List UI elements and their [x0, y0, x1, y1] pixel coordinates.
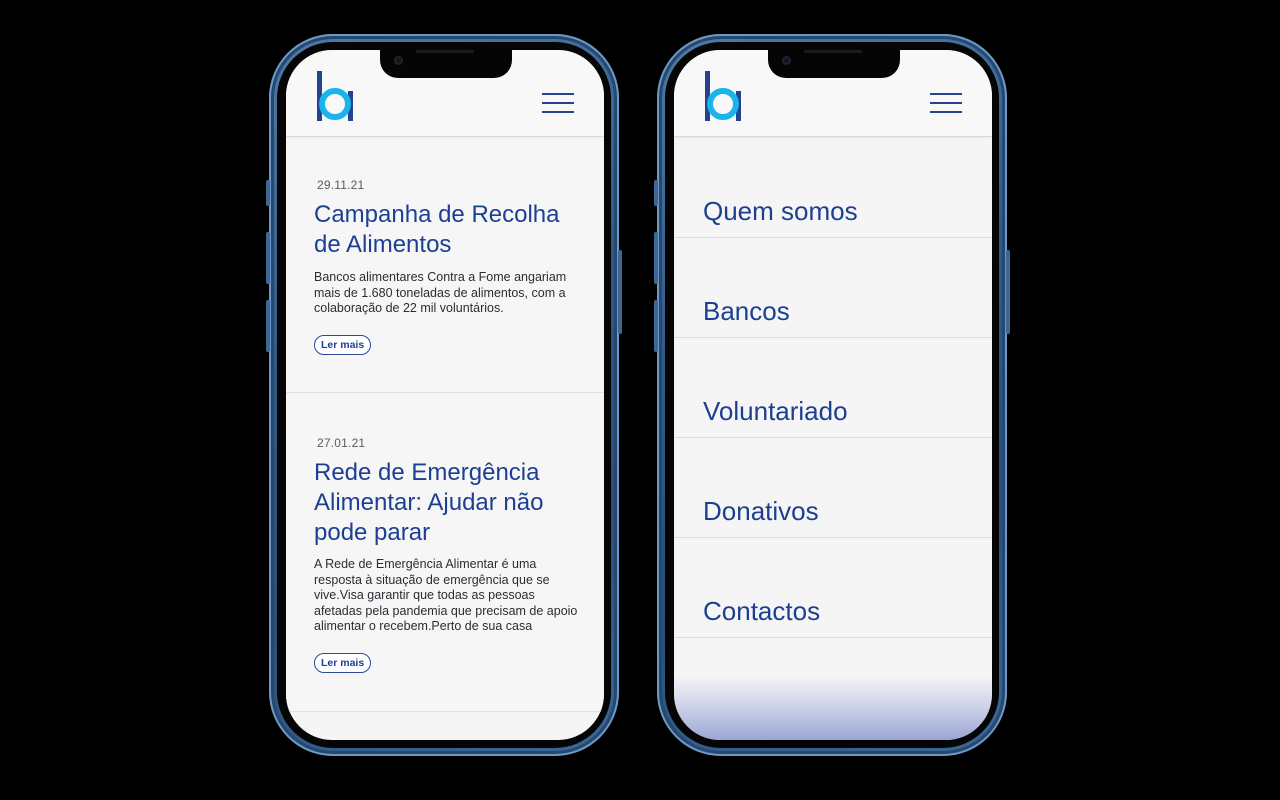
- news-date: 29.11.21: [317, 178, 365, 192]
- hamburger-menu-icon[interactable]: [542, 93, 574, 115]
- volume-up-button: [266, 232, 270, 284]
- nav-item-voluntariado[interactable]: Voluntariado: [674, 337, 992, 438]
- nav-item-contactos[interactable]: Contactos: [674, 537, 992, 638]
- power-button: [1006, 250, 1010, 334]
- mockup-stage: 29.11.21 Campanha de Recolha de Alimento…: [0, 0, 1280, 800]
- mute-switch: [266, 180, 270, 206]
- news-excerpt: A Rede de Emergência Alimentar é uma res…: [314, 557, 578, 633]
- hamburger-menu-icon[interactable]: [930, 93, 962, 115]
- read-more-button[interactable]: Ler mais: [314, 335, 372, 355]
- news-date: 27.01.21: [317, 436, 366, 450]
- nav-item-quem-somos[interactable]: Quem somos: [674, 137, 992, 238]
- news-title[interactable]: Campanha de Recolha de Alimentos: [314, 200, 584, 260]
- phone-screen-news: 29.11.21 Campanha de Recolha de Alimento…: [286, 50, 604, 740]
- volume-up-button: [654, 232, 658, 284]
- volume-down-button: [266, 300, 270, 352]
- phone-screen-menu: Quem somos Bancos Voluntariado Donativos…: [674, 50, 992, 740]
- phone-right: Quem somos Bancos Voluntariado Donativos…: [654, 34, 1010, 756]
- nav-item-donativos[interactable]: Donativos: [674, 437, 992, 538]
- notch: [380, 50, 512, 78]
- news-card: 29.11.21 Campanha de Recolha de Alimento…: [286, 137, 604, 393]
- read-more-button[interactable]: Ler mais: [314, 653, 372, 673]
- front-camera: [782, 56, 791, 65]
- news-title[interactable]: Rede de Emergência Alimentar: Ajudar não…: [314, 458, 584, 548]
- brand-logo-icon[interactable]: [705, 71, 741, 121]
- notch: [768, 50, 900, 78]
- nav-item-label: Contactos: [703, 596, 821, 626]
- phone-left: 29.11.21 Campanha de Recolha de Alimento…: [266, 34, 622, 756]
- speaker: [804, 50, 862, 53]
- nav-item-label: Voluntariado: [703, 396, 848, 426]
- brand-logo-icon[interactable]: [317, 71, 353, 121]
- nav-item-label: Donativos: [703, 496, 819, 526]
- power-button: [618, 250, 622, 334]
- volume-down-button: [654, 300, 658, 352]
- mute-switch: [654, 180, 658, 206]
- nav-item-label: Bancos: [703, 296, 790, 326]
- news-card: 27.01.21 Rede de Emergência Alimentar: A…: [286, 395, 604, 712]
- speaker: [416, 50, 474, 53]
- nav-item-bancos[interactable]: Bancos: [674, 237, 992, 338]
- news-excerpt: Bancos alimentares Contra a Fome angaria…: [314, 270, 567, 315]
- nav-item-label: Quem somos: [703, 196, 858, 226]
- bottom-gradient: [674, 676, 992, 740]
- front-camera: [394, 56, 403, 65]
